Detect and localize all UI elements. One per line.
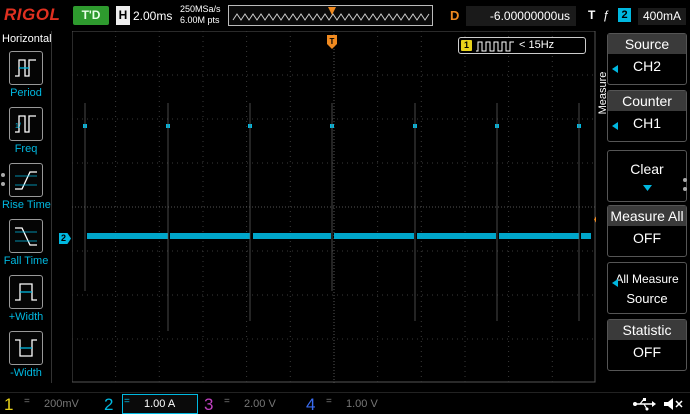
- softkey-value: CH1: [632, 115, 661, 131]
- usb-icon: [633, 398, 656, 411]
- source-softkey[interactable]: Source CH2: [607, 33, 687, 85]
- softkey-label: Clear: [630, 161, 664, 177]
- square-wave-icon: [476, 41, 514, 52]
- freq-icon: 1/: [9, 107, 43, 141]
- softkey-label: Source: [608, 34, 686, 54]
- trigger-level-value[interactable]: 400mA: [638, 8, 686, 25]
- menu-item-label: Fall Time: [3, 255, 49, 267]
- rising-edge-icon: ƒ: [603, 8, 610, 22]
- acquisition-info: 250MSa/s 6.00M pts: [180, 4, 221, 26]
- menu-item-label: Rise Time: [2, 199, 51, 211]
- frequency-measurement-readout[interactable]: 1 < 15Hz: [458, 37, 586, 54]
- channel4-tab[interactable]: 4 = 1.00 V: [302, 393, 402, 414]
- counter-softkey[interactable]: Counter CH1: [607, 90, 687, 142]
- channel-number: 2: [104, 395, 114, 414]
- horizontal-label: H: [116, 6, 130, 25]
- coupling-icon: =: [326, 396, 332, 407]
- menu-item-label: +Width: [8, 311, 44, 323]
- fall-time-icon: [9, 219, 43, 253]
- clear-softkey[interactable]: Clear: [607, 150, 687, 202]
- rise-time-icon: [9, 163, 43, 197]
- coupling-icon: =: [24, 396, 30, 407]
- measure-period-button[interactable]: Period: [2, 51, 50, 105]
- waveform-graticule[interactable]: [72, 31, 596, 383]
- channel2-offset-marker[interactable]: 2: [59, 233, 71, 244]
- menu-title: Horizontal: [2, 33, 52, 45]
- softkey-value: OFF: [633, 230, 661, 246]
- negative-width-icon: [9, 331, 43, 365]
- softkey-label: Measure All: [608, 206, 686, 226]
- svg-text:T: T: [330, 37, 335, 46]
- trigger-position-marker[interactable]: T: [327, 35, 337, 49]
- measurement-index-badge: 1: [461, 40, 472, 51]
- positive-width-icon: [9, 275, 43, 309]
- channel2-tab[interactable]: 2 = 1.00 A: [100, 393, 200, 414]
- trigger-source-badge[interactable]: 2: [618, 8, 631, 22]
- delay-value[interactable]: -6.00000000us: [466, 6, 576, 26]
- softkey-label: Counter: [608, 91, 686, 111]
- delay-label: D: [450, 8, 460, 23]
- measure-positive-width-button[interactable]: +Width: [2, 275, 50, 329]
- softkey-label: All Measure: [615, 272, 679, 286]
- channel-status-bar: 1 = 200mV 2 = 1.00 A 3 = 2.00 V 4 = 1.00…: [0, 392, 690, 414]
- channel-number: 3: [204, 395, 214, 414]
- channel3-tab[interactable]: 3 = 2.00 V: [200, 393, 300, 414]
- rigol-logo: RIGOL: [4, 5, 61, 24]
- measure-rise-time-button[interactable]: Rise Time: [2, 163, 51, 217]
- channel-scale: 1.00 A: [144, 398, 176, 410]
- measure-all-softkey[interactable]: Measure All OFF: [607, 205, 687, 257]
- all-measure-source-softkey[interactable]: All Measure Source: [607, 262, 687, 314]
- softkey-value: CH2: [632, 58, 661, 74]
- measure-negative-width-button[interactable]: -Width: [2, 331, 50, 385]
- channel1-tab[interactable]: 1 = 200mV: [0, 393, 100, 414]
- channel-number: 1: [4, 395, 14, 414]
- scroll-indicator-dot: [683, 178, 687, 182]
- horizontal-measure-menu: Horizontal Period 1/ Freq Rise Time Fall…: [0, 31, 52, 383]
- channel-number: 4: [306, 395, 316, 414]
- softkey-label: Statistic: [608, 320, 686, 340]
- run-status-badge[interactable]: T'D: [73, 6, 109, 25]
- sample-rate: 250MSa/s: [180, 4, 221, 14]
- speaker-muted-icon: [664, 398, 683, 410]
- memory-depth: 6.00M pts: [180, 15, 220, 25]
- timebase-value[interactable]: 2.00ms: [133, 9, 172, 23]
- channel-scale: 2.00 V: [244, 398, 276, 410]
- top-status-bar: RIGOL T'D H 2.00ms 250MSa/s 6.00M pts D …: [0, 0, 690, 31]
- svg-text:1/: 1/: [15, 123, 21, 130]
- period-icon: [9, 51, 43, 85]
- channel-scale: 1.00 V: [346, 398, 378, 410]
- graticule-canvas: [72, 31, 596, 383]
- scroll-indicator-dot: [683, 187, 687, 191]
- scroll-indicator-dot: [1, 182, 5, 186]
- menu-item-label: Freq: [14, 143, 38, 155]
- statistic-softkey[interactable]: Statistic OFF: [607, 319, 687, 371]
- measure-freq-button[interactable]: 1/ Freq: [2, 107, 50, 161]
- menu-item-label: -Width: [10, 367, 42, 379]
- coupling-icon: =: [124, 396, 130, 407]
- menu-item-label: Period: [10, 87, 42, 99]
- softkey-label: Source: [626, 291, 668, 306]
- coupling-icon: =: [224, 396, 230, 407]
- scroll-indicator-dot: [1, 173, 5, 177]
- submenu-arrow-icon: [643, 185, 652, 191]
- softkey-value: OFF: [633, 344, 661, 360]
- channel-scale: 200mV: [44, 398, 79, 410]
- measurement-value: < 15Hz: [519, 39, 555, 51]
- trigger-label: T: [588, 8, 596, 22]
- measure-fall-time-button[interactable]: Fall Time: [2, 219, 50, 273]
